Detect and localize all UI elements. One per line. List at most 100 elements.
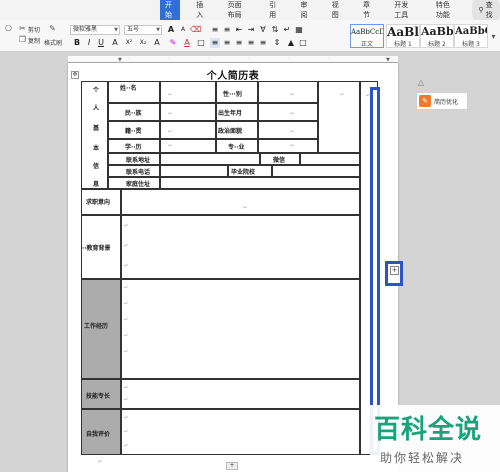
font-size-select[interactable]: 五号 ▼ xyxy=(124,25,162,35)
tab-review[interactable]: 审阅 xyxy=(295,0,315,22)
sort-icon[interactable]: ⇅ xyxy=(270,25,280,35)
politics-value-cell[interactable] xyxy=(258,121,318,139)
add-row-plus-icon[interactable]: + xyxy=(226,462,238,470)
chinese-layout-icon[interactable]: ∀ xyxy=(258,25,268,35)
side-toolbar-icon[interactable]: △ xyxy=(416,78,426,88)
font-color-icon[interactable]: A xyxy=(182,38,192,48)
work-value-cell[interactable] xyxy=(121,279,360,379)
major-value-cell[interactable] xyxy=(258,139,318,153)
numbered-list-icon[interactable]: ≡ xyxy=(222,25,232,35)
format-painter-icon[interactable]: ✎ xyxy=(48,24,57,33)
horizontal-ruler[interactable]: ▼ · · · · · · ▼ xyxy=(68,56,398,63)
underline-icon[interactable]: U xyxy=(96,38,106,48)
distribute-icon[interactable]: ≡ xyxy=(258,38,268,48)
skills-value-cell[interactable] xyxy=(121,379,360,409)
edu-bg-value-cell[interactable] xyxy=(121,215,360,279)
style-label: 标题 2 xyxy=(428,41,446,48)
photo-cell[interactable] xyxy=(318,81,360,153)
ruler-tick: · xyxy=(288,56,290,61)
superscript-icon[interactable]: X² xyxy=(124,38,134,48)
font-name-value: 微软雅黑 xyxy=(73,26,98,33)
politics-label: 政治面貌 xyxy=(218,128,243,135)
char-border-icon[interactable]: □ xyxy=(196,38,206,48)
align-center-icon[interactable]: ≡ xyxy=(222,38,232,48)
outdent-icon[interactable]: ⇤ xyxy=(234,25,244,35)
align-right-icon[interactable]: ≡ xyxy=(234,38,244,48)
paragraph-mark: ↵ xyxy=(124,301,129,307)
strikethrough-icon[interactable]: A xyxy=(110,38,120,48)
font-effect-icon[interactable]: A xyxy=(152,38,162,48)
align-left-icon[interactable]: ≡ xyxy=(210,38,220,48)
wechat-value-cell[interactable] xyxy=(300,153,360,165)
document-page[interactable]: ✥ 个人简历表 个 人 基 本 信 息 姓··名 性···别 民··族 出生年月… xyxy=(68,63,398,472)
edu-bg-label: ··教育背景 xyxy=(82,245,111,252)
address-value-cell[interactable] xyxy=(160,153,260,165)
grow-font-icon[interactable]: A xyxy=(166,25,176,35)
tab-section[interactable]: 章节 xyxy=(358,0,378,22)
more-styles-icon[interactable]: ▾ xyxy=(489,32,498,41)
highlight-icon[interactable]: ✎ xyxy=(168,38,178,48)
home-label: 家庭住址 xyxy=(126,181,151,188)
page-title: 个人简历表 xyxy=(206,71,260,82)
font-size-value: 五号 xyxy=(127,26,140,33)
paragraph-mark: ↵ xyxy=(168,129,173,135)
copy-icon[interactable]: ❐ xyxy=(18,35,27,44)
tab-insert[interactable]: 插入 xyxy=(191,0,211,22)
tab-developer[interactable]: 开发工具 xyxy=(389,0,420,22)
table-grid-icon[interactable]: ▦ xyxy=(294,25,304,35)
menu-bar: 开始 插入 页面布局 引用 审阅 视图 章节 开发工具 特色功能 ⚲ 查找 xyxy=(0,0,500,22)
bold-icon[interactable]: B xyxy=(72,38,82,48)
style-normal[interactable]: AaBbCcDd 正文 xyxy=(350,24,384,48)
phone-label: 联系电话 xyxy=(126,169,151,176)
style-heading-3[interactable]: AaBbC 标题 3 xyxy=(454,24,488,48)
gender-value-cell[interactable] xyxy=(258,81,318,103)
paragraph-mark: ↵ xyxy=(168,92,173,98)
shrink-font-icon[interactable]: A xyxy=(178,25,188,35)
copy-button[interactable]: 复制 xyxy=(28,36,40,45)
style-heading-2[interactable]: AaBb( 标题 2 xyxy=(420,24,454,48)
cut-button[interactable]: 剪切 xyxy=(28,25,40,34)
self-eval-value-cell[interactable] xyxy=(121,409,360,455)
shading-icon[interactable]: ▲ xyxy=(286,38,296,48)
search-box[interactable]: ⚲ 查找 xyxy=(472,0,500,22)
subscript-icon[interactable]: X₂ xyxy=(138,38,148,48)
paragraph-mark: ↵ xyxy=(124,397,129,403)
style-sample: AaBb( xyxy=(421,25,453,38)
borders-icon[interactable]: □ xyxy=(298,38,308,48)
paragraph-mark: ↵ xyxy=(124,317,129,323)
birth-value-cell[interactable] xyxy=(258,103,318,121)
add-column-plus-icon[interactable]: + xyxy=(390,266,399,275)
show-marks-icon[interactable]: ↵ xyxy=(282,25,292,35)
paragraph-mark: ↵ xyxy=(124,285,129,291)
line-spacing-icon[interactable]: ⇕ xyxy=(272,38,282,48)
home-value-cell[interactable] xyxy=(160,177,360,189)
tab-home[interactable]: 开始 xyxy=(160,0,181,22)
watermark: 百科全说 助你轻松解决 xyxy=(370,405,500,472)
tab-page-layout[interactable]: 页面布局 xyxy=(223,0,254,22)
indent-icon[interactable]: ⇥ xyxy=(246,25,256,35)
paragraph-mark: ↵ xyxy=(290,143,295,149)
bullet-list-icon[interactable]: ≡ xyxy=(210,25,220,35)
vertical-label-char: 信 xyxy=(93,163,100,170)
paragraph-mark: ↵ xyxy=(124,415,129,421)
phone-value-cell[interactable] xyxy=(160,165,228,177)
font-name-select[interactable]: 微软雅黑 ▼ xyxy=(70,25,120,35)
school-value-cell[interactable] xyxy=(272,165,360,177)
ruler-tick: · xyxy=(128,56,130,61)
justify-icon[interactable]: ≡ xyxy=(246,38,256,48)
ruler-tick: · xyxy=(208,56,210,61)
intention-value-cell[interactable] xyxy=(121,189,360,215)
vertical-label-char: 基 xyxy=(93,125,100,132)
tab-view[interactable]: 视图 xyxy=(327,0,347,22)
tab-features[interactable]: 特色功能 xyxy=(431,0,462,22)
search-icon: ⚲ xyxy=(478,6,484,14)
tab-references[interactable]: 引用 xyxy=(264,0,284,22)
format-painter-button[interactable]: 格式刷 xyxy=(44,38,62,47)
italic-icon[interactable]: I xyxy=(84,38,94,48)
cut-icon[interactable]: ✂ xyxy=(18,24,27,33)
paste-icon[interactable]: ⎔ xyxy=(4,24,13,33)
paragraph-mark: ↵ xyxy=(168,143,173,149)
clear-format-icon[interactable]: ⌫ xyxy=(190,25,201,35)
style-heading-1[interactable]: AaBl 标题 1 xyxy=(386,24,420,48)
resume-optimize-panel[interactable]: ✎ 简历优化 xyxy=(416,92,468,110)
